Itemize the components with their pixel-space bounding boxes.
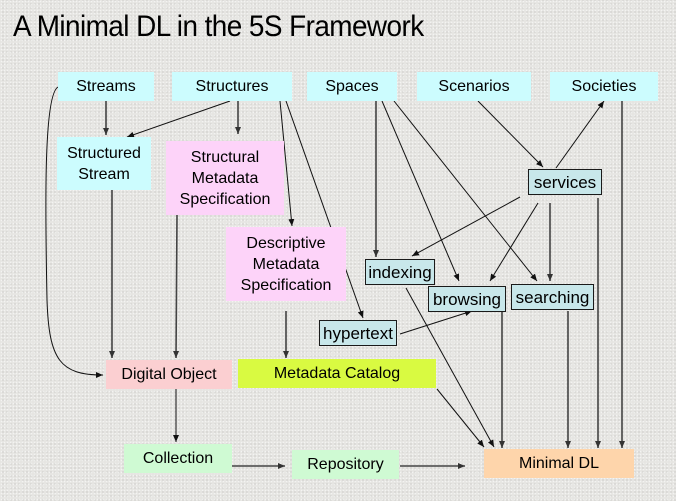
node-scenarios-label: Scenarios xyxy=(438,78,510,95)
node-scenarios[interactable]: Scenarios xyxy=(417,72,531,101)
node-minimal-dl-label: Minimal DL xyxy=(518,455,599,472)
node-streams-label: Streams xyxy=(76,78,136,95)
edge-metadata-catalog-minimal-dl xyxy=(436,388,485,448)
node-structures-label: Structures xyxy=(195,78,269,95)
node-indexing[interactable]: indexing xyxy=(365,259,435,285)
node-structural-metadata-spec-label: Structural Metadata Specification xyxy=(179,148,271,208)
edge-hypertext-browsing xyxy=(399,310,473,335)
node-hypertext-label: hypertext xyxy=(323,323,393,343)
node-societies[interactable]: Societies xyxy=(550,72,658,101)
node-digital-object[interactable]: Digital Object xyxy=(106,360,232,389)
node-collection[interactable]: Collection xyxy=(124,444,232,473)
node-metadata-catalog-label: Metadata Catalog xyxy=(273,365,401,382)
edge-services-indexing xyxy=(411,196,521,257)
node-societies-label: Societies xyxy=(571,78,637,95)
edge-spaces-browsing xyxy=(381,100,460,282)
node-structured-stream[interactable]: Structured Stream xyxy=(57,137,151,190)
edge-services-browsing xyxy=(489,202,539,282)
node-browsing-label: browsing xyxy=(432,289,502,309)
edge-streams-digital-object xyxy=(45,86,104,378)
node-repository[interactable]: Repository xyxy=(292,450,399,479)
node-hypertext[interactable]: hypertext xyxy=(319,320,397,346)
node-descriptive-metadata-spec[interactable]: Descriptive Metadata Specification xyxy=(226,227,346,301)
edge-structural-spec-digital-object xyxy=(173,214,180,359)
node-searching-label: searching xyxy=(515,287,590,307)
edge-scenarios-services xyxy=(477,100,544,168)
edge-services-societies xyxy=(555,100,605,169)
node-minimal-dl[interactable]: Minimal DL xyxy=(484,449,634,478)
node-digital-object-label: Digital Object xyxy=(121,366,217,383)
node-streams[interactable]: Streams xyxy=(58,72,154,101)
node-collection-label: Collection xyxy=(142,450,214,467)
node-structural-metadata-spec[interactable]: Structural Metadata Specification xyxy=(166,141,284,215)
node-descriptive-metadata-spec-label: Descriptive Metadata Specification xyxy=(240,234,332,294)
node-metadata-catalog[interactable]: Metadata Catalog xyxy=(238,359,436,388)
edge-structures-structured-stream xyxy=(126,100,231,138)
node-indexing-label: indexing xyxy=(368,262,432,282)
node-services[interactable]: services xyxy=(528,169,602,195)
node-structures[interactable]: Structures xyxy=(172,72,292,101)
node-spaces-label: Spaces xyxy=(325,78,379,95)
node-structured-stream-label: Structured Stream xyxy=(67,144,141,183)
node-searching[interactable]: searching xyxy=(511,284,594,310)
node-spaces[interactable]: Spaces xyxy=(307,72,397,101)
node-browsing[interactable]: browsing xyxy=(428,286,506,312)
node-services-label: services xyxy=(533,172,597,192)
node-repository-label: Repository xyxy=(307,456,384,473)
